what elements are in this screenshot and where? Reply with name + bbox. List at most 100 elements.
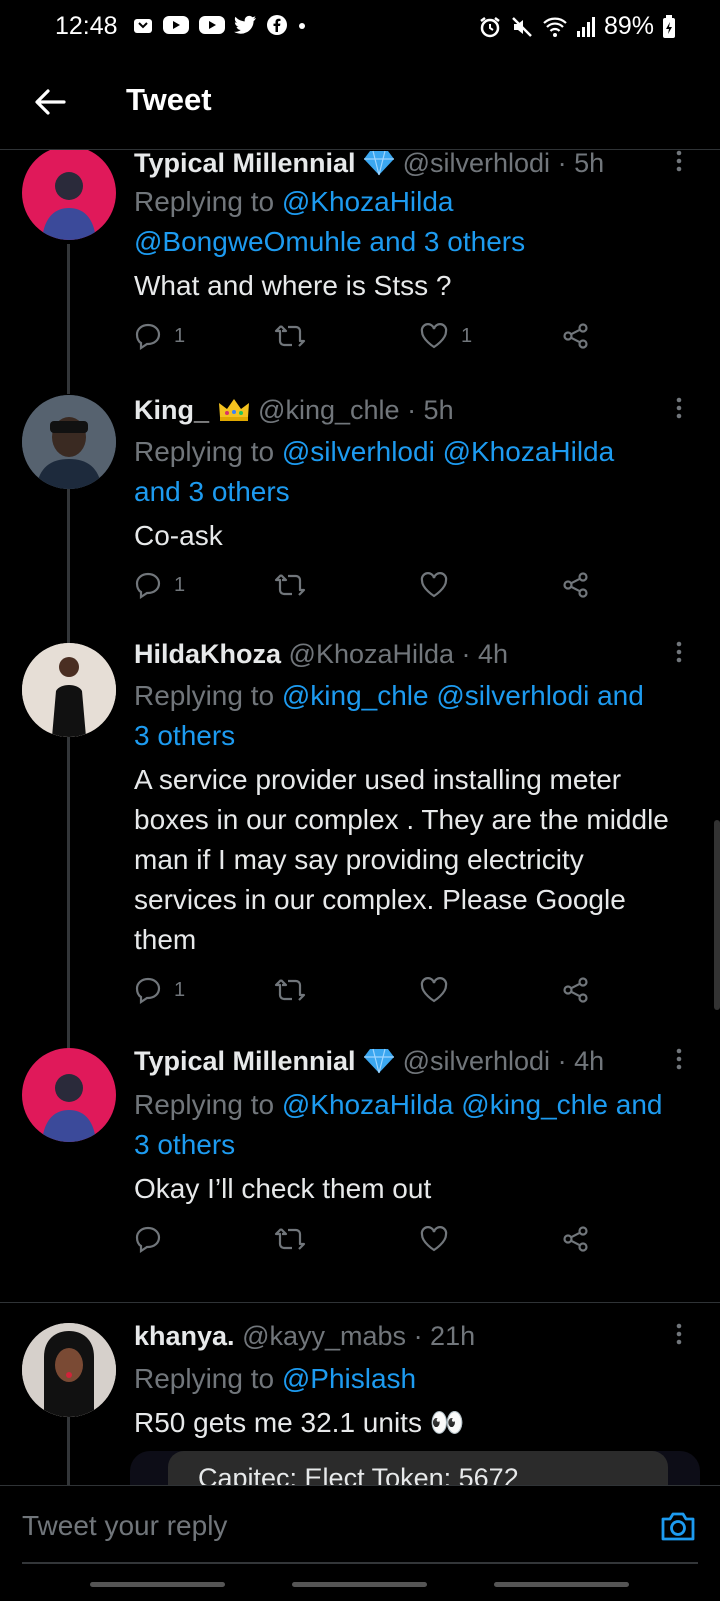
share-button[interactable]: [562, 571, 590, 599]
thread-line: [67, 737, 70, 1048]
share-icon: [563, 572, 588, 598]
replying-handles[interactable]: @silverhlodi @KhozaHilda: [282, 436, 614, 467]
avatar[interactable]: [22, 150, 116, 240]
replying-handles-more[interactable]: 3 others: [134, 1129, 235, 1160]
share-button[interactable]: [562, 1225, 590, 1253]
avatar[interactable]: [22, 395, 116, 489]
more-options-icon[interactable]: [674, 1323, 684, 1345]
media-sms-card: Capitec: Elect Token: 5672: [168, 1451, 668, 1485]
scrollbar[interactable]: [714, 820, 720, 1010]
tweet-header: Typical Millennial @silverhlodi · 4h: [134, 1046, 680, 1077]
back-arrow-icon[interactable]: [30, 82, 70, 122]
tweet-text: Co-ask: [134, 520, 223, 551]
tweet-thread[interactable]: Typical Millennial @silverhlodi · 5h Rep…: [0, 150, 720, 1485]
reply-icon: [135, 1226, 161, 1253]
share-button[interactable]: [562, 322, 590, 350]
mute-icon: [512, 16, 532, 37]
replying-handles-more[interactable]: @BongweOmuhle and 3 others: [134, 226, 525, 257]
notification-app-icon: [134, 19, 152, 33]
share-button[interactable]: [562, 976, 590, 1004]
user-handle[interactable]: @silverhlodi: [403, 150, 550, 178]
user-handle[interactable]: @silverhlodi: [403, 1046, 550, 1076]
display-name[interactable]: Typical Millennial: [134, 150, 356, 178]
replying-handles[interactable]: @KhozaHilda @king_chle and: [282, 1089, 663, 1120]
retweet-button[interactable]: [274, 1225, 306, 1253]
replying-to: Replying to @king_chle @silverhlodi and …: [134, 676, 696, 756]
retweet-icon: [274, 1228, 306, 1250]
alarm-icon: [480, 16, 500, 37]
tweet-text: What and where is Stss ?: [134, 270, 452, 301]
youtube-icon-2: [199, 16, 225, 34]
tweet-item[interactable]: HildaKhoza @KhozaHilda · 4h Replying to …: [0, 639, 720, 1048]
blue-diamond-emoji-icon: [364, 1048, 395, 1074]
heart-icon: [420, 977, 448, 1003]
avatar[interactable]: [22, 643, 116, 737]
notification-icons: [132, 14, 308, 36]
display-name[interactable]: Typical Millennial: [134, 1046, 356, 1076]
tweet-header: King_ @king_chle · 5h: [134, 395, 680, 426]
avatar[interactable]: [22, 1323, 116, 1417]
replying-handles[interactable]: @king_chle @silverhlodi and: [282, 680, 644, 711]
tweet-media[interactable]: Capitec: Elect Token: 5672: [130, 1451, 700, 1485]
reply-button[interactable]: [134, 1225, 162, 1253]
tweet-item[interactable]: Typical Millennial @silverhlodi · 5h Rep…: [0, 150, 720, 395]
reply-button[interactable]: 1: [134, 976, 185, 1004]
more-options-icon[interactable]: [674, 1048, 684, 1070]
user-handle[interactable]: @king_chle: [258, 395, 400, 425]
tweet-actions: 1 1: [134, 322, 614, 358]
wifi-icon: [543, 17, 567, 37]
like-button[interactable]: 1: [419, 322, 472, 350]
share-icon: [563, 323, 588, 349]
system-icons: 89%: [478, 12, 676, 41]
user-handle[interactable]: @KhozaHilda: [289, 639, 455, 669]
tweet-header: Typical Millennial @silverhlodi · 5h: [134, 150, 680, 179]
tweet-text: Okay I’ll check them out: [134, 1173, 432, 1204]
replying-to: Replying to @KhozaHilda @king_chle and 3…: [134, 1085, 696, 1165]
retweet-button[interactable]: [274, 571, 306, 599]
reply-button[interactable]: 1: [134, 322, 185, 350]
thread-line: [67, 244, 70, 394]
heart-icon: [420, 572, 448, 598]
tweet-time: · 4h: [461, 639, 509, 669]
avatar[interactable]: [22, 1048, 116, 1142]
tweet-item[interactable]: Typical Millennial @silverhlodi · 4h Rep…: [0, 1046, 720, 1291]
tweet-time: · 21h: [413, 1321, 476, 1351]
tweet-time: · 5h: [407, 395, 454, 425]
camera-icon[interactable]: [658, 1506, 698, 1546]
more-options-icon[interactable]: [674, 641, 684, 663]
more-options-icon[interactable]: [674, 397, 684, 419]
user-handle[interactable]: @kayy_mabs: [242, 1321, 406, 1351]
replying-to-label: Replying to: [134, 436, 282, 467]
reply-count: 1: [174, 573, 186, 596]
retweet-icon: [274, 325, 306, 347]
replying-to: Replying to @silverhlodi @KhozaHilda and…: [134, 432, 696, 512]
reply-button[interactable]: 1: [134, 571, 185, 599]
tweet-item[interactable]: King_ @king_chle · 5h Replying to @silve…: [0, 395, 720, 643]
replying-handles-more[interactable]: 3 others: [134, 720, 235, 751]
replying-handles[interactable]: @KhozaHilda: [282, 186, 454, 217]
tweet-item[interactable]: khanya. @kayy_mabs · 21h Replying to @Ph…: [0, 1303, 720, 1485]
like-button[interactable]: [419, 976, 449, 1004]
tweet-actions: 1: [134, 976, 614, 1012]
reply-count: 1: [174, 324, 186, 347]
tweet-actions: [134, 1225, 614, 1261]
twitter-bird-icon: [234, 15, 256, 34]
display-name[interactable]: King_: [134, 395, 209, 425]
replying-handles-more[interactable]: and 3 others: [134, 476, 290, 507]
tweet-header: khanya. @kayy_mabs · 21h: [134, 1321, 680, 1352]
like-button[interactable]: [419, 571, 449, 599]
display-name[interactable]: HildaKhoza: [134, 639, 281, 669]
reply-input[interactable]: Tweet your reply: [22, 1498, 642, 1554]
tweet-actions: 1: [134, 571, 614, 607]
reply-icon: [135, 323, 161, 350]
tweet-text: R50 gets me 32.1 units 👀: [134, 1407, 465, 1438]
more-options-icon[interactable]: [674, 150, 684, 172]
nav-handle-right: [494, 1582, 629, 1587]
crown-emoji-icon: [218, 399, 249, 421]
retweet-button[interactable]: [274, 322, 306, 350]
like-button[interactable]: [419, 1225, 449, 1253]
display-name[interactable]: khanya.: [134, 1321, 235, 1351]
blue-diamond-emoji-icon: [364, 150, 395, 176]
replying-handles[interactable]: @Phislash: [282, 1363, 416, 1394]
retweet-button[interactable]: [274, 976, 306, 1004]
